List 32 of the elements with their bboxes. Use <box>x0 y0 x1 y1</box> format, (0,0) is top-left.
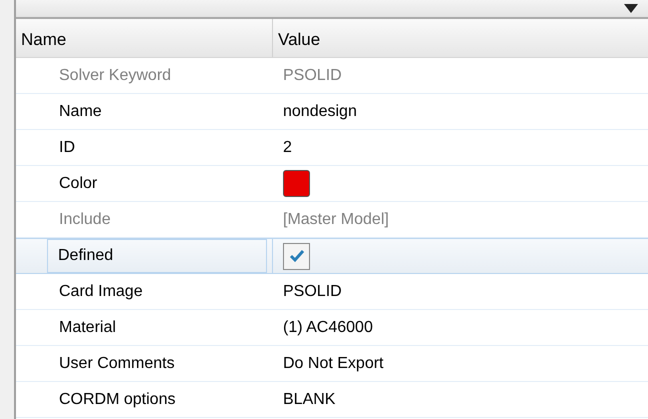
property-row[interactable]: ID 2 <box>16 130 648 166</box>
property-row[interactable]: Material (1) AC46000 <box>16 310 648 346</box>
property-value: (1) AC46000 <box>283 318 373 338</box>
property-name: Solver Keyword <box>59 66 172 86</box>
color-swatch[interactable] <box>283 170 310 197</box>
property-row[interactable]: User Comments Do Not Export <box>16 346 648 382</box>
property-name: User Comments <box>59 354 175 374</box>
checkbox[interactable] <box>283 242 310 270</box>
property-name: CORDM options <box>59 390 176 410</box>
checkmark-icon <box>288 249 304 263</box>
property-row[interactable]: Color <box>16 166 648 202</box>
property-name: Card Image <box>59 282 143 302</box>
property-value: nondesign <box>283 102 357 122</box>
property-name: Name <box>59 102 102 122</box>
property-row[interactable]: CORDM options BLANK <box>16 382 648 418</box>
property-value: 2 <box>283 138 292 158</box>
property-row[interactable]: Defined <box>16 238 648 274</box>
column-header[interactable]: Value <box>273 19 648 57</box>
property-value: PSOLID <box>283 66 342 86</box>
property-value: BLANK <box>283 390 336 410</box>
property-name: ID <box>59 138 75 158</box>
column-header[interactable]: Name <box>16 19 273 57</box>
property-name: Include <box>59 210 111 230</box>
property-value: Do Not Export <box>283 354 384 374</box>
property-name: Color <box>59 174 98 194</box>
property-name: Material <box>59 318 116 338</box>
property-name: Defined <box>47 239 267 273</box>
property-row[interactable]: Card Image PSOLID <box>16 274 648 310</box>
dropdown-arrow-icon[interactable] <box>624 4 638 13</box>
property-value: PSOLID <box>283 282 342 302</box>
property-row[interactable]: Name nondesign <box>16 94 648 130</box>
property-value: [Master Model] <box>283 210 389 230</box>
